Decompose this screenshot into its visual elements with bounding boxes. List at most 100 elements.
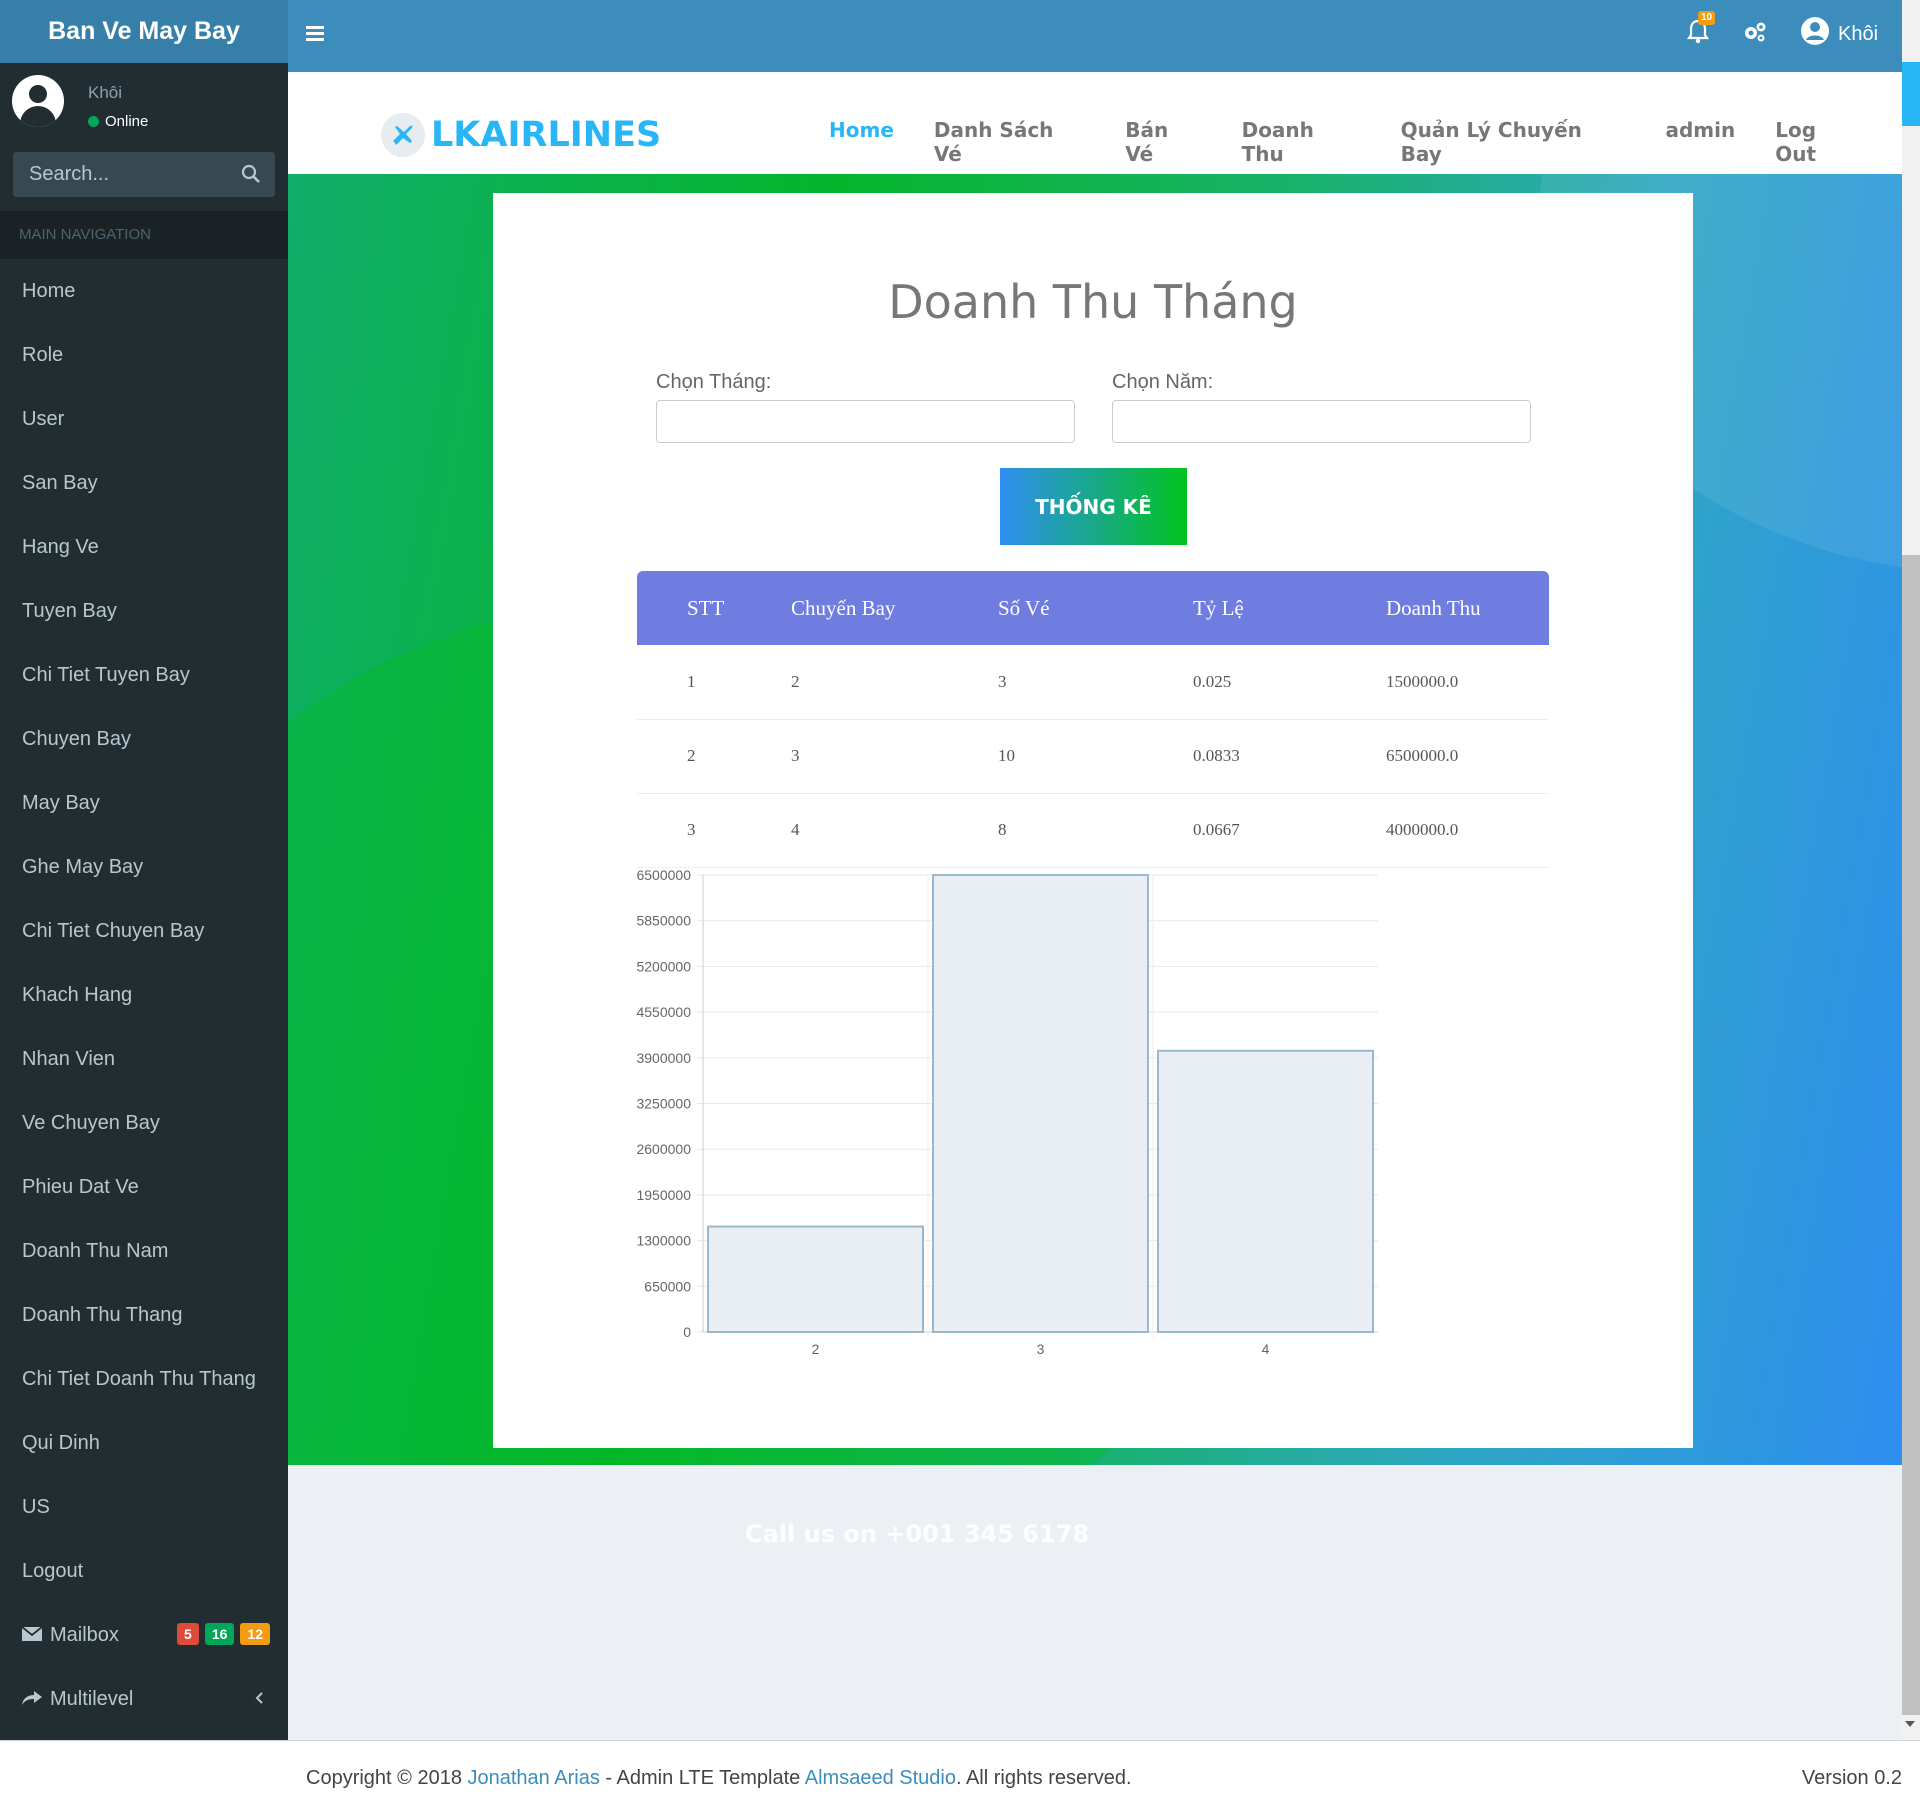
user-panel: Khôi Online bbox=[0, 63, 288, 151]
sidebar-item-chuyen-bay[interactable]: Chuyen Bay bbox=[0, 707, 288, 771]
y-tick-label: 650000 bbox=[644, 1278, 691, 1294]
sidebar-item-chi-tiet-doanh-thu-thang[interactable]: Chi Tiet Doanh Thu Thang bbox=[0, 1347, 288, 1411]
nav-link-admin[interactable]: admin bbox=[1665, 118, 1735, 166]
sidebar-item-nhan-vien[interactable]: Nhan Vien bbox=[0, 1027, 288, 1091]
sidebar-toggle-icon[interactable] bbox=[306, 26, 324, 42]
cell-stt: 3 bbox=[637, 793, 791, 868]
scrollbar-thumb[interactable] bbox=[1902, 555, 1920, 1715]
avatar bbox=[12, 75, 64, 127]
logo-text: LKAIRLINES bbox=[431, 115, 662, 155]
user-status: Online bbox=[88, 113, 148, 130]
sidebar-item-qui-dinh[interactable]: Qui Dinh bbox=[0, 1411, 288, 1475]
notification-badge: 10 bbox=[1698, 11, 1716, 25]
gears-icon[interactable] bbox=[1742, 20, 1768, 49]
sidebar-item-khach-hang[interactable]: Khach Hang bbox=[0, 963, 288, 1027]
y-tick-label: 1950000 bbox=[636, 1187, 691, 1203]
copyright-suffix: . All rights reserved. bbox=[955, 1767, 1132, 1789]
sidebar-item-tuyen-bay[interactable]: Tuyen Bay bbox=[0, 579, 288, 643]
col-header-chuyen-bay: Chuyến Bay bbox=[791, 595, 896, 620]
cell-doanh-thu: 4000000.0 bbox=[1386, 793, 1549, 868]
page-footer: Copyright © 2018 Jonathan Arias - Admin … bbox=[0, 1740, 1920, 1812]
nav-link-log-out[interactable]: Log Out bbox=[1775, 118, 1862, 166]
nav-link-quan-ly-chuyen-bay[interactable]: Quản Lý Chuyến Bay bbox=[1401, 118, 1626, 166]
cell-so-ve: 8 bbox=[998, 793, 1193, 868]
author-link[interactable]: Jonathan Arias bbox=[468, 1767, 600, 1789]
sidebar-item-label: San Bay bbox=[22, 472, 98, 494]
y-tick-label: 3250000 bbox=[636, 1096, 691, 1112]
mailbox-badge-yellow: 12 bbox=[240, 1623, 270, 1645]
sidebar-item-label: Doanh Thu Nam bbox=[22, 1240, 169, 1262]
table-row: 1 2 3 0.025 1500000.0 bbox=[637, 645, 1549, 720]
sidebar-item-label: Khach Hang bbox=[22, 984, 133, 1006]
cell-stt: 1 bbox=[637, 645, 791, 720]
sidebar-item-us[interactable]: US bbox=[0, 1475, 288, 1539]
cell-doanh-thu: 1500000.0 bbox=[1386, 645, 1549, 720]
sidebar-item-ve-chuyen-bay[interactable]: Ve Chuyen Bay bbox=[0, 1091, 288, 1155]
sidebar-item-hang-ve[interactable]: Hang Ve bbox=[0, 515, 288, 579]
sidebar-item-san-bay[interactable]: San Bay bbox=[0, 451, 288, 515]
sidebar-item-role[interactable]: Role bbox=[0, 323, 288, 387]
month-label: Chọn Tháng: bbox=[656, 371, 772, 393]
site-logo[interactable]: LKAIRLINES bbox=[381, 113, 661, 157]
sidebar: Ban Ve May Bay Khôi Online MAIN NAVIGATI… bbox=[0, 0, 288, 1740]
app-brand[interactable]: Ban Ve May Bay bbox=[0, 0, 288, 63]
sidebar-item-home[interactable]: Home bbox=[0, 259, 288, 323]
search-input[interactable] bbox=[13, 152, 233, 197]
mailbox-badges: 5 16 12 bbox=[177, 1623, 270, 1645]
sidebar-item-mailbox[interactable]: Mailbox 5 16 12 bbox=[0, 1603, 288, 1667]
user-status-label: Online bbox=[105, 113, 149, 130]
version: Version 0.2 bbox=[1801, 1767, 1902, 1789]
sidebar-item-may-bay[interactable]: May Bay bbox=[0, 771, 288, 835]
col-header-ty-le: Tỷ Lệ bbox=[1193, 595, 1244, 620]
site-links: Home Danh Sách Vé Bán Vé Doanh Thu Quản … bbox=[829, 118, 1902, 166]
y-tick-label: 0 bbox=[683, 1324, 691, 1340]
month-input[interactable] bbox=[656, 400, 1075, 443]
template-text: - Admin LTE Template bbox=[599, 1767, 805, 1789]
sidebar-item-doanh-thu-nam[interactable]: Doanh Thu Nam bbox=[0, 1219, 288, 1283]
revenue-card: Doanh Thu Tháng Chọn Tháng: Chọn Năm: TH… bbox=[493, 193, 1693, 1448]
y-tick-label: 3900000 bbox=[636, 1050, 691, 1066]
cell-chuyen-bay: 4 bbox=[791, 793, 998, 868]
cell-chuyen-bay: 2 bbox=[791, 645, 998, 720]
scrollbar-marker bbox=[1902, 62, 1920, 126]
sidebar-item-logout[interactable]: Logout bbox=[0, 1539, 288, 1603]
table-row: 3 4 8 0.0667 4000000.0 bbox=[637, 793, 1549, 868]
nav-link-danh-sach-ve[interactable]: Danh Sách Vé bbox=[934, 118, 1085, 166]
cell-doanh-thu: 6500000.0 bbox=[1386, 719, 1549, 794]
sidebar-item-label: US bbox=[22, 1496, 50, 1518]
cell-ty-le: 0.0833 bbox=[1193, 719, 1386, 794]
revenue-bar-chart: 0 650000 1300000 1950000 2600000 3250000 39000… bbox=[636, 869, 1378, 1357]
nav-link-home[interactable]: Home bbox=[829, 118, 894, 166]
x-tick-label: 2 bbox=[812, 1341, 820, 1357]
chevron-left-icon bbox=[254, 1667, 264, 1731]
sidebar-item-multilevel[interactable]: Multilevel bbox=[0, 1667, 288, 1731]
sidebar-item-user[interactable]: User bbox=[0, 387, 288, 451]
studio-link[interactable]: Almsaeed Studio bbox=[805, 1767, 956, 1789]
nav-link-ban-ve[interactable]: Bán Vé bbox=[1125, 118, 1201, 166]
sidebar-item-phieu-dat-ve[interactable]: Phieu Dat Ve bbox=[0, 1155, 288, 1219]
sidebar-item-label: User bbox=[22, 408, 65, 430]
cell-stt: 2 bbox=[637, 719, 791, 794]
sidebar-user-name: Khôi bbox=[88, 83, 123, 102]
sidebar-item-ghe-may-bay[interactable]: Ghe May Bay bbox=[0, 835, 288, 899]
scroll-down-arrow-icon[interactable] bbox=[1905, 1721, 1915, 1727]
sidebar-item-label: Doanh Thu Thang bbox=[22, 1304, 183, 1326]
top-user-menu[interactable]: Khôi bbox=[1800, 16, 1878, 52]
search-icon[interactable] bbox=[241, 164, 263, 186]
year-input[interactable] bbox=[1112, 400, 1531, 443]
sidebar-item-chi-tiet-chuyen-bay[interactable]: Chi Tiet Chuyen Bay bbox=[0, 899, 288, 963]
sidebar-item-label: Role bbox=[22, 344, 64, 366]
nav-link-doanh-thu[interactable]: Doanh Thu bbox=[1242, 118, 1361, 166]
call-us-text: Call us on +001 345 6178 bbox=[745, 1520, 1090, 1548]
sidebar-item-chi-tiet-tuyen-bay[interactable]: Chi Tiet Tuyen Bay bbox=[0, 643, 288, 707]
thong-ke-button[interactable]: THỐNG KÊ bbox=[1000, 468, 1187, 545]
x-tick-label: 4 bbox=[1262, 1341, 1270, 1357]
user-avatar-icon bbox=[1800, 16, 1830, 52]
sidebar-item-label: Ghe May Bay bbox=[22, 856, 144, 878]
table-header-row: STT Chuyến Bay Số Vé Tỷ Lệ Doanh Thu bbox=[637, 571, 1549, 645]
sidebar-item-label: Chi Tiet Chuyen Bay bbox=[22, 920, 205, 942]
cell-so-ve: 3 bbox=[998, 645, 1193, 720]
sidebar-nav: Home Role User San Bay Hang Ve Tuyen Bay… bbox=[0, 259, 288, 1731]
y-tick-label: 6500000 bbox=[636, 869, 691, 883]
sidebar-item-doanh-thu-thang[interactable]: Doanh Thu Thang bbox=[0, 1283, 288, 1347]
